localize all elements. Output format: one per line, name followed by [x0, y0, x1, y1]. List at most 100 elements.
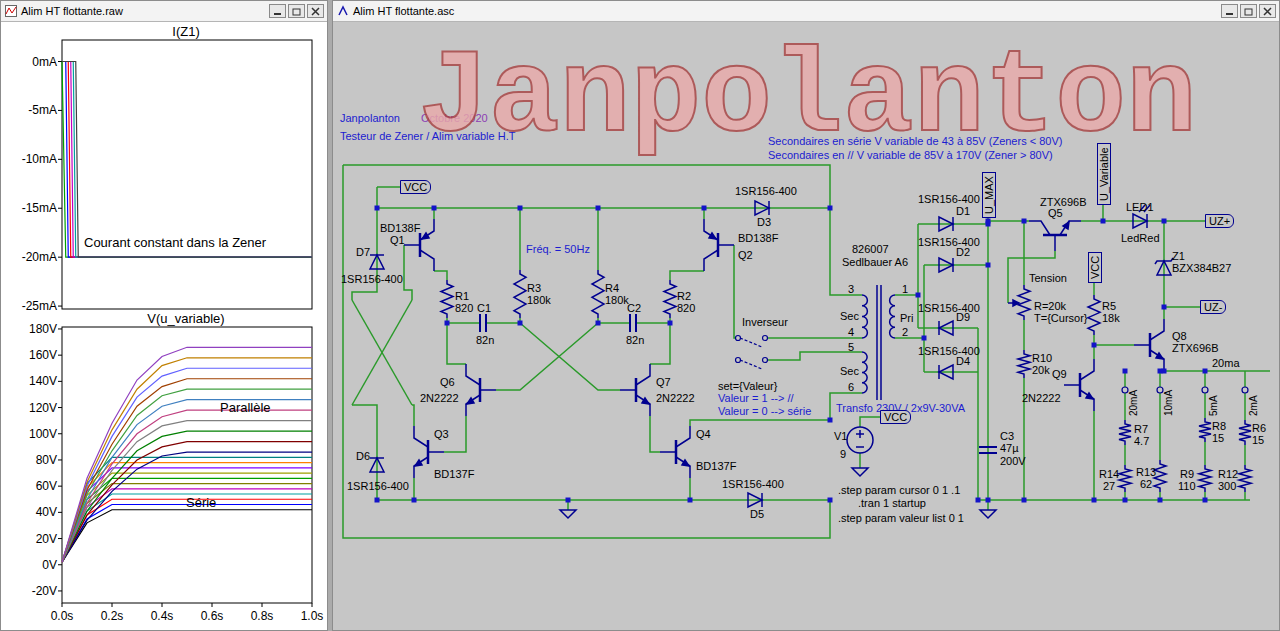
schematic-label[interactable]: 1SR156-400 [918, 193, 980, 205]
trace[interactable] [62, 494, 312, 562]
net-label[interactable]: U_MAX [982, 172, 996, 218]
trace[interactable] [62, 400, 312, 562]
schematic-label[interactable]: 27 [1103, 480, 1115, 492]
maximize-button[interactable] [288, 4, 305, 18]
trace[interactable] [62, 410, 312, 562]
schematic-label[interactable]: R2 [677, 290, 691, 302]
schematic-label[interactable]: Q1 [390, 234, 405, 246]
spice-directive[interactable]: .step param cursor 0 1 .1 [838, 484, 960, 496]
schematic-label[interactable]: D3 [757, 216, 771, 228]
spice-directive[interactable]: .step param valeur list 0 1 [838, 512, 964, 524]
schematic-label[interactable]: 15 [1212, 432, 1224, 444]
schematic-label[interactable]: Sedlbauer A6 [842, 256, 908, 268]
schematic-label[interactable]: 4 [848, 326, 854, 338]
schematic-label[interactable]: Q4 [696, 428, 711, 440]
trace[interactable] [62, 62, 312, 258]
trace[interactable] [62, 379, 312, 562]
title-bar[interactable]: Alim HT flottante.raw [1, 1, 327, 22]
schematic-label[interactable]: R3 [527, 282, 541, 294]
net-label[interactable]: VCC [1088, 252, 1102, 283]
schematic-label[interactable]: 180k [527, 294, 551, 306]
schematic-label[interactable]: 1SR156-400 [722, 478, 784, 490]
trace[interactable] [62, 389, 312, 562]
schematic-label[interactable]: 1SR156-400 [918, 345, 980, 357]
schematic-label[interactable]: R1 [455, 290, 469, 302]
schematic-label[interactable]: Janpolanton [340, 112, 400, 124]
schematic-label[interactable]: 200V [1000, 455, 1026, 467]
trace[interactable] [62, 62, 312, 258]
schematic-label[interactable]: R4 [605, 282, 619, 294]
schematic-label[interactable]: 2N2222 [420, 392, 459, 404]
schematic-label[interactable]: 6 [848, 381, 854, 393]
schematic-label[interactable]: BD138F [380, 222, 420, 234]
schematic-label[interactable]: D6 [356, 450, 370, 462]
schematic-label[interactable]: BD137F [696, 460, 736, 472]
schematic-label[interactable]: 2 [902, 326, 908, 338]
schematic-label[interactable]: Q7 [656, 376, 671, 388]
schematic-label[interactable]: Sec [840, 310, 859, 322]
schematic-label[interactable]: V1 [834, 430, 847, 442]
schematic-label[interactable]: 82n [476, 334, 494, 346]
waveform-plot[interactable]: V(u_variable)180V160V140V120V100V80V60V4… [1, 312, 327, 630]
schematic-label[interactable]: ZTX696B [1040, 196, 1086, 208]
schematic-label[interactable]: 20mA [1128, 390, 1139, 416]
schematic-label[interactable]: 5mA [1208, 395, 1219, 416]
schematic-label[interactable]: Z1 [1172, 250, 1185, 262]
schematic-label[interactable]: D2 [956, 246, 970, 258]
trace[interactable] [62, 478, 312, 562]
trace[interactable] [62, 452, 312, 562]
schematic-label[interactable]: Octobre 2020 [421, 112, 488, 124]
schematic-label[interactable]: D1 [956, 205, 970, 217]
maximize-button[interactable] [1240, 4, 1257, 18]
schematic-label[interactable]: R8 [1212, 420, 1226, 432]
net-label[interactable]: UZ+ [1205, 214, 1234, 228]
schematic-label[interactable]: R5 [1102, 300, 1116, 312]
schematic-label[interactable]: 3 [848, 283, 854, 295]
schematic-label[interactable]: Q2 [738, 249, 753, 261]
trace[interactable] [62, 504, 312, 562]
net-label[interactable]: VCC [400, 180, 431, 194]
schematic-label[interactable]: Valeur = 0 --> série [718, 405, 811, 417]
schematic-label[interactable]: 1SR156-400 [918, 236, 980, 248]
trace[interactable] [62, 368, 312, 562]
schematic-label[interactable]: Testeur de Zener / Alim variable H.T [340, 130, 515, 142]
schematic-label[interactable]: set={Valeur} [718, 380, 777, 392]
schematic-label[interactable]: 4.7 [1134, 435, 1149, 447]
schematic-label[interactable]: T={Cursor} [1034, 312, 1088, 324]
trace[interactable] [62, 62, 312, 258]
schematic-label[interactable]: C2 [627, 302, 641, 314]
trace[interactable] [62, 468, 312, 562]
schematic-label[interactable]: LedRed [1121, 232, 1160, 244]
schematic-label[interactable]: 82n [626, 334, 644, 346]
schematic-label[interactable]: D7 [356, 246, 370, 258]
schematic-label[interactable]: Valeur = 1 --> // [718, 392, 794, 404]
schematic-label[interactable]: 2N2222 [656, 392, 695, 404]
trace[interactable] [62, 62, 312, 258]
schematic-label[interactable]: D9 [956, 311, 970, 323]
schematic-label[interactable]: 1 [902, 283, 908, 295]
schematic-label[interactable]: C1 [477, 302, 491, 314]
schematic-label[interactable]: Q3 [434, 428, 449, 440]
schematic-label[interactable]: 47µ [1000, 442, 1019, 454]
schematic-label[interactable]: 110 [1178, 480, 1196, 492]
trace[interactable] [62, 473, 312, 562]
schematic-label[interactable]: Q6 [440, 376, 455, 388]
schematic-label[interactable]: R7 [1134, 423, 1148, 435]
schematic-label[interactable]: R12 [1218, 468, 1238, 480]
schematic-label[interactable]: 5 [848, 341, 854, 353]
schematic-label[interactable]: 300 [1218, 480, 1236, 492]
schematic-label[interactable]: Q5 [1048, 207, 1063, 219]
schematic-label[interactable]: BD138F [738, 232, 778, 244]
schematic-label[interactable]: 820 [455, 302, 473, 314]
schematic-label[interactable]: BD137F [434, 468, 474, 480]
minimize-button[interactable] [1221, 4, 1238, 18]
schematic-label[interactable]: R10 [1032, 352, 1052, 364]
net-label[interactable]: VCC [880, 410, 911, 424]
net-label[interactable]: U_Variable [1097, 143, 1111, 205]
schematic-label[interactable]: 180k [605, 294, 629, 306]
schematic-label[interactable]: 1SR156-400 [735, 185, 797, 197]
waveform-window[interactable]: Alim HT flottante.rawI(Z1)0mA-5mA-10mA-1… [0, 0, 328, 631]
schematic-label[interactable]: 9 [840, 448, 846, 460]
trace[interactable] [62, 421, 312, 562]
schematic-label[interactable]: 1SR156-400 [341, 273, 403, 285]
